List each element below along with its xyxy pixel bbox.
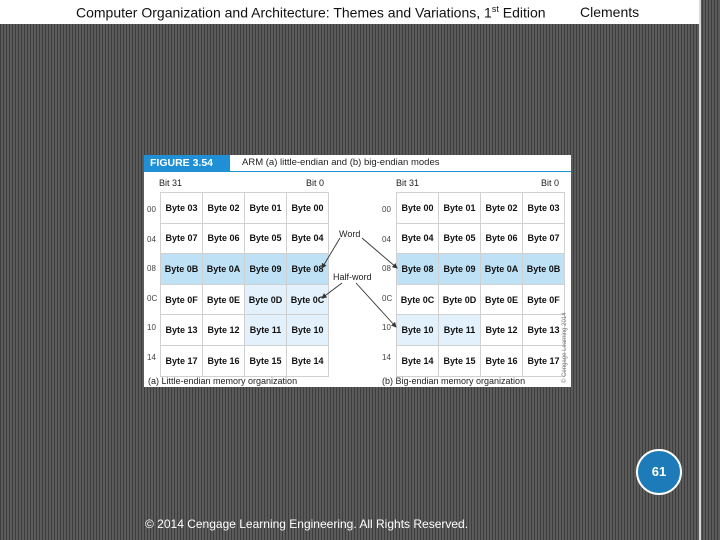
word-arrow-right — [361, 237, 398, 269]
word-arrow-left — [321, 237, 341, 269]
left-subtitle: (a) Little-endian memory organization — [148, 376, 298, 386]
page-number-badge: 61 — [636, 449, 682, 495]
halfword-arrow-left — [321, 282, 343, 299]
title-superscript: st — [491, 4, 499, 14]
right-rail — [699, 0, 701, 540]
slide-title: Computer Organization and Architecture: … — [76, 4, 546, 21]
slide-author: Clements — [580, 4, 640, 20]
word-label: Word — [339, 229, 361, 239]
figure-copyright: © Cengage Learning 2014 — [562, 312, 568, 383]
halfword-arrow-right — [355, 282, 397, 328]
endian-figure: FIGURE 3.54 ARM (a) little-endian and (b… — [144, 155, 571, 387]
halfword-label: Half-word — [333, 272, 372, 282]
right-subtitle: (b) Big-endian memory organization — [382, 376, 526, 386]
title-text: Computer Organization and Architecture: … — [76, 4, 492, 21]
title-suffix: Edition — [498, 4, 546, 21]
pointer-arrows — [321, 237, 398, 328]
slide-footer: © 2014 Cengage Learning Engineering. All… — [145, 517, 469, 531]
